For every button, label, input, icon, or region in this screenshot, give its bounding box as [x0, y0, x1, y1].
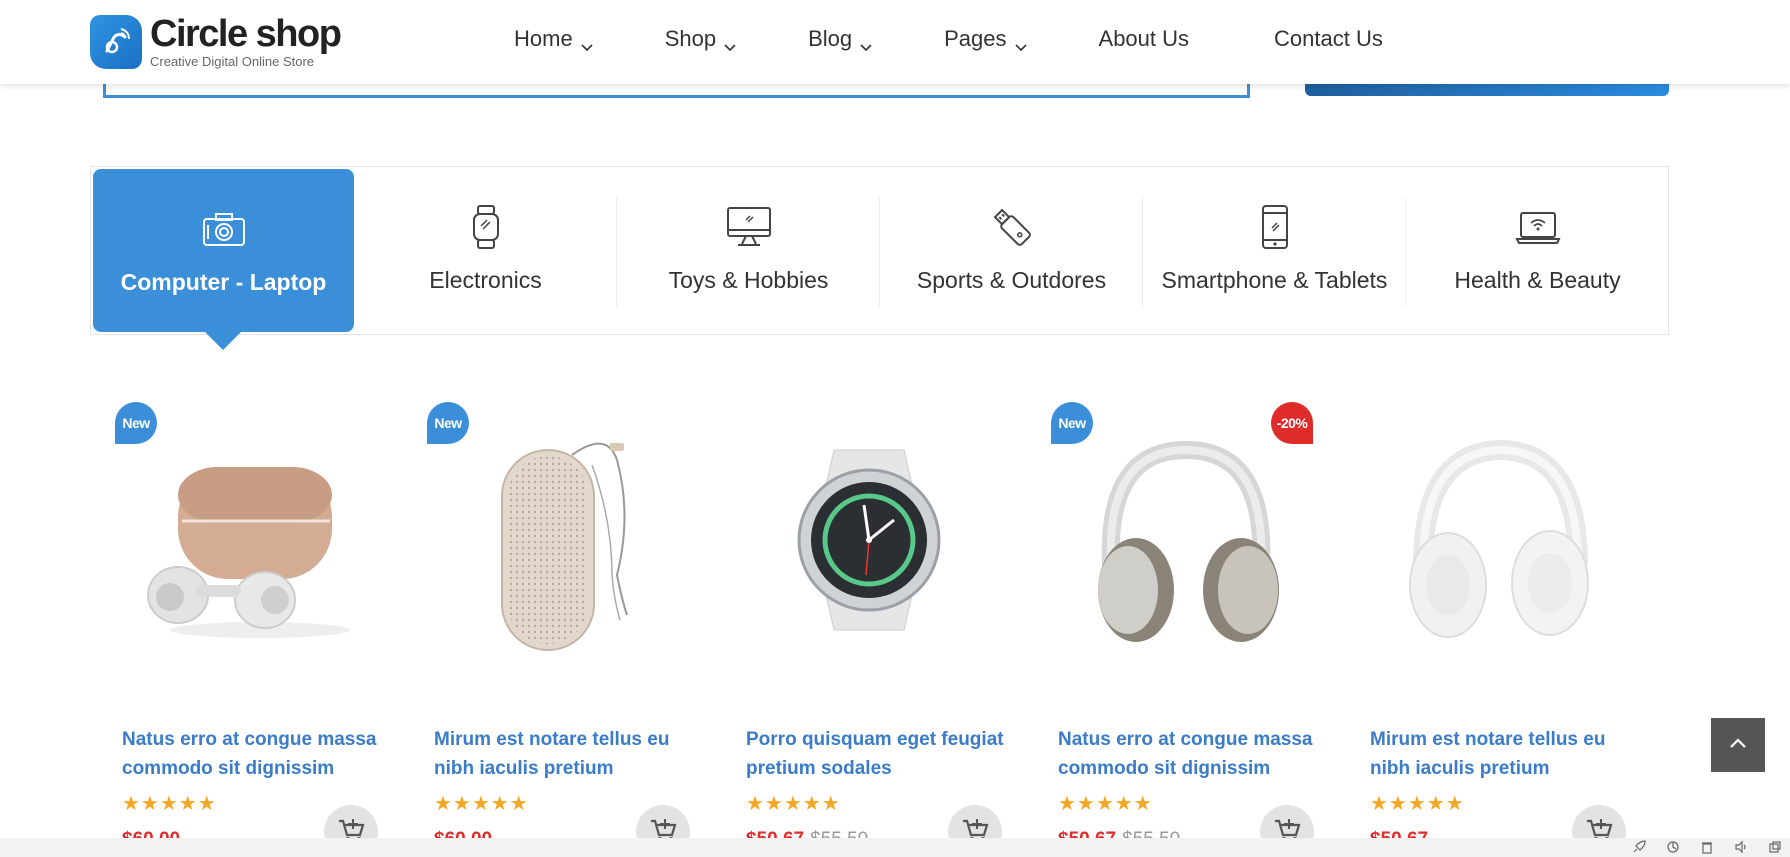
earbuds-image[interactable]	[130, 425, 360, 655]
rating-stars: ★★★★★	[746, 793, 841, 815]
refresh-icon[interactable]	[1666, 840, 1680, 854]
nav-item-pages[interactable]: Pages	[944, 26, 1027, 52]
category-label: Toys & Hobbies	[668, 267, 829, 293]
product-card[interactable]: Porro quisquam eget feugiat pretium soda…	[734, 395, 1046, 857]
volume-icon[interactable]	[1734, 840, 1748, 854]
nav-item-label: Contact Us	[1274, 26, 1383, 51]
category-label: Sports & Outdores	[916, 267, 1107, 293]
rocket-icon[interactable]	[1632, 840, 1646, 854]
headphones-white-image[interactable]	[1378, 425, 1608, 655]
product-card[interactable]: New Natus erro at congue massa commodo s…	[110, 395, 422, 857]
trash-icon[interactable]	[1700, 840, 1714, 854]
logo-icon	[90, 15, 142, 69]
chevron-down-icon	[724, 33, 736, 52]
product-card[interactable]: Mirum est notare tellus eu nibh iaculis …	[1358, 395, 1670, 857]
tab-health-beauty[interactable]: Health & Beauty	[1406, 167, 1669, 334]
product-title[interactable]: Natus erro at congue massa commodo sit d…	[122, 725, 382, 783]
nav-item-home[interactable]: Home	[514, 26, 593, 52]
logo-title: Circle shop	[150, 13, 342, 55]
active-tab-pointer	[205, 332, 241, 350]
product-grid: New Natus erro at congue massa commodo s…	[110, 395, 1670, 857]
nav-item-about[interactable]: About Us	[1099, 26, 1190, 52]
rating-stars: ★★★★★	[122, 793, 217, 815]
laptop-wifi-icon	[1514, 203, 1562, 251]
chevron-down-icon	[1014, 33, 1027, 52]
nav-item-label: Blog	[808, 26, 853, 51]
chevron-down-icon	[581, 33, 593, 52]
smartwatch-icon	[462, 203, 510, 251]
product-title[interactable]: Porro quisquam eget feugiat pretium soda…	[746, 725, 1006, 783]
tab-smartphone-tablets[interactable]: Smartphone & Tablets	[1143, 167, 1406, 334]
nav-item-label: About Us	[1098, 26, 1190, 51]
category-label: Smartphone & Tablets	[1161, 267, 1388, 293]
tab-electronics[interactable]: Electronics	[354, 167, 617, 334]
logo-tagline: Creative Digital Online Store	[150, 54, 315, 69]
rating-stars: ★★★★★	[1058, 793, 1153, 815]
main-nav: Home Shop Blog Pages About Us Contact Us	[514, 26, 1468, 52]
bottom-toolbar	[0, 838, 1790, 857]
watch-image[interactable]	[754, 425, 984, 655]
nav-item-shop[interactable]: Shop	[665, 26, 736, 52]
nav-item-contact[interactable]: Contact Us	[1274, 26, 1383, 52]
monitor-icon	[725, 203, 773, 251]
product-title[interactable]: Mirum est notare tellus eu nibh iaculis …	[1370, 725, 1630, 783]
category-tabs: Computer - Laptop Electronics Toys & Hob…	[90, 166, 1669, 350]
logo[interactable]: Circle shop Creative Digital Online Stor…	[90, 13, 342, 69]
window-icon[interactable]	[1768, 840, 1782, 854]
nav-item-blog[interactable]: Blog	[808, 26, 872, 52]
smartphone-icon	[1251, 203, 1299, 251]
category-label: Electronics	[429, 267, 542, 293]
category-label: Computer - Laptop	[120, 269, 327, 295]
product-card[interactable]: New -20% Natus erro at congue massa comm…	[1046, 395, 1358, 857]
tab-computer-laptop[interactable]: Computer - Laptop	[93, 169, 354, 350]
chevron-down-icon	[860, 33, 872, 52]
nav-item-label: Shop	[664, 26, 717, 51]
product-title[interactable]: Mirum est notare tellus eu nibh iaculis …	[434, 725, 694, 783]
rating-stars: ★★★★★	[1370, 793, 1465, 815]
product-title[interactable]: Natus erro at congue massa commodo sit d…	[1058, 725, 1318, 783]
nav-item-label: Pages	[944, 26, 1007, 51]
site-header: Circle shop Creative Digital Online Stor…	[0, 0, 1790, 84]
nav-item-label: Home	[514, 26, 573, 51]
speaker-image[interactable]	[442, 425, 672, 655]
chevron-up-icon	[1729, 736, 1747, 754]
tab-toys-hobbies[interactable]: Toys & Hobbies	[617, 167, 880, 334]
product-card[interactable]: New Mirum est notare tellus eu nibh iacu…	[422, 395, 734, 857]
usb-drive-icon	[988, 203, 1036, 251]
category-label: Health & Beauty	[1454, 267, 1621, 293]
tab-sports-outdoors[interactable]: Sports & Outdores	[880, 167, 1143, 334]
scroll-to-top-button[interactable]	[1711, 718, 1765, 772]
camera-icon	[200, 205, 248, 253]
headphones-grey-image[interactable]	[1066, 425, 1296, 655]
rating-stars: ★★★★★	[434, 793, 529, 815]
